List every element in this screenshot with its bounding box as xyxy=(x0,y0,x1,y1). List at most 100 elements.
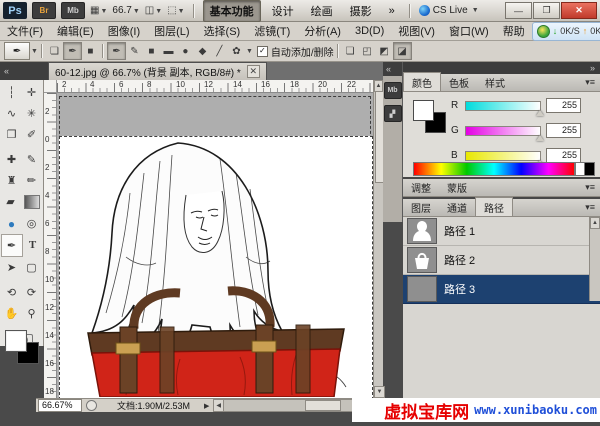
custom-shape-tool-button[interactable]: ✿ xyxy=(228,43,245,59)
menu-file[interactable]: 文件(F) xyxy=(0,23,50,39)
workspace-tab-essentials[interactable]: 基本功能 xyxy=(203,0,261,22)
crop-tool[interactable]: ❐ xyxy=(2,124,22,145)
vertical-scrollbar[interactable]: ▲ ▼ xyxy=(373,80,383,398)
lasso-tool[interactable]: ∿ xyxy=(2,103,22,124)
document-close-icon[interactable]: ✕ xyxy=(247,65,260,78)
paths-mode-button[interactable]: ✒ xyxy=(63,42,82,60)
scroll-left-icon[interactable]: ◀ xyxy=(214,400,224,411)
subtract-from-path-button[interactable]: ◰ xyxy=(359,43,376,59)
black-ramp-swatch[interactable] xyxy=(584,162,595,176)
3d-rotate-tool[interactable]: ⟲ xyxy=(2,282,22,303)
minibridge-button[interactable]: Mb xyxy=(61,2,85,19)
menu-window[interactable]: 窗口(W) xyxy=(442,23,496,39)
vertical-ruler[interactable]: 2 0 2 4 6 8 10 12 14 16 18 xyxy=(44,93,57,398)
scroll-down-icon[interactable]: ▼ xyxy=(374,386,385,398)
3d-orbit-tool[interactable]: ⟳ xyxy=(22,282,42,303)
screen-mode-icon[interactable]: ⬚▼ xyxy=(167,5,184,16)
status-zoom-field[interactable]: 66.67% xyxy=(38,399,82,412)
add-to-path-button[interactable]: ❏ xyxy=(342,43,359,59)
tab-paths[interactable]: 路径 xyxy=(475,197,513,216)
eraser-tool[interactable]: ▰ xyxy=(1,191,21,212)
status-flyout-icon[interactable]: ▶ xyxy=(204,402,209,410)
history-brush-tool[interactable]: ✏ xyxy=(22,170,42,191)
eyedropper-tool[interactable]: ✐ xyxy=(22,124,42,145)
tab-swatches[interactable]: 色板 xyxy=(441,73,477,91)
tool-preset-dropdown-icon[interactable]: ▼ xyxy=(31,48,38,55)
healing-brush-tool[interactable]: ✚ xyxy=(2,149,22,170)
blur-tool[interactable]: ● xyxy=(2,213,22,234)
network-monitor-widget[interactable]: ↓ 0K/S ↑ 0K/S e xyxy=(532,22,600,41)
pen-tool[interactable]: ✒ xyxy=(1,234,23,257)
tab-styles[interactable]: 样式 xyxy=(477,73,513,91)
menu-edit[interactable]: 编辑(E) xyxy=(50,23,101,39)
document-tab[interactable]: 60-12.jpg @ 66.7% (背景 副本, RGB/8#) * ✕ xyxy=(48,62,267,80)
panel-menu-icon[interactable]: ▾≡ xyxy=(585,182,600,196)
red-value-field[interactable]: 255 xyxy=(546,98,581,113)
workspace-tab-painting[interactable]: 绘画 xyxy=(305,1,339,21)
horizontal-ruler[interactable]: 2 4 6 8 10 12 14 16 18 20 22 xyxy=(57,80,373,93)
green-slider[interactable] xyxy=(465,126,541,136)
line-tool-button[interactable]: ╱ xyxy=(211,43,228,59)
path-row-1[interactable]: 路径 1 xyxy=(403,217,600,246)
zoom-tool[interactable]: ⚲ xyxy=(22,303,42,324)
workspace-overflow-button[interactable]: » xyxy=(383,3,401,19)
canvas-viewport[interactable] xyxy=(57,93,373,398)
horizontal-scroll-thumb[interactable] xyxy=(305,400,341,411)
menu-analysis[interactable]: 分析(A) xyxy=(297,23,348,39)
cs-live-button[interactable]: CS Live▼ xyxy=(419,5,479,16)
rounded-rectangle-tool-button[interactable]: ▬ xyxy=(160,43,177,59)
path-selection-tool[interactable]: ➤ xyxy=(2,257,22,278)
slider-marker-icon[interactable] xyxy=(536,135,544,141)
path-row-2[interactable]: 路径 2 xyxy=(403,246,600,275)
rectangle-tool-button[interactable]: ■ xyxy=(143,43,160,59)
menu-layer[interactable]: 图层(L) xyxy=(147,23,196,39)
panel-menu-icon[interactable]: ▾≡ xyxy=(585,202,600,216)
slider-marker-icon[interactable] xyxy=(536,110,544,116)
menu-image[interactable]: 图像(I) xyxy=(101,23,147,39)
intersect-path-button[interactable]: ◩ xyxy=(376,43,393,59)
brush-tool[interactable]: ✎ xyxy=(22,149,42,170)
ellipse-tool-button[interactable]: ● xyxy=(177,43,194,59)
tab-masks[interactable]: 蒙版 xyxy=(439,178,475,196)
foreground-color-swatch[interactable] xyxy=(5,330,27,352)
bridge-button[interactable]: Br xyxy=(32,2,56,19)
paths-scrollbar[interactable]: ▲ xyxy=(589,217,600,301)
shape-options-dropdown-icon[interactable]: ▼ xyxy=(246,48,253,55)
gradient-tool[interactable] xyxy=(24,195,40,209)
foreground-color-swatch[interactable] xyxy=(413,100,434,121)
current-tool-pen-icon[interactable]: ✒ xyxy=(4,42,30,60)
tab-layers[interactable]: 图层 xyxy=(403,198,439,216)
type-tool[interactable]: T xyxy=(23,234,43,255)
menu-filter[interactable]: 滤镜(T) xyxy=(247,23,297,39)
color-spectrum-ramp[interactable] xyxy=(413,162,575,176)
menu-view[interactable]: 视图(V) xyxy=(391,23,442,39)
blue-value-field[interactable]: 255 xyxy=(546,148,581,163)
workspace-tab-photography[interactable]: 摄影 xyxy=(344,1,378,21)
marquee-tool[interactable]: ┆ xyxy=(2,82,22,103)
close-button[interactable]: ✕ xyxy=(561,2,597,19)
pen-tool-button[interactable]: ✒ xyxy=(107,42,126,60)
fill-pixels-mode-button[interactable]: ■ xyxy=(82,43,99,59)
blue-slider[interactable] xyxy=(465,151,541,161)
menu-help[interactable]: 帮助 xyxy=(496,23,532,39)
toolbar-collapse-button[interactable]: « xyxy=(0,62,48,80)
hand-tool[interactable]: ✋ xyxy=(2,303,22,324)
tab-channels[interactable]: 通道 xyxy=(439,198,475,216)
exclude-path-button[interactable]: ◪ xyxy=(393,42,412,60)
dodge-tool[interactable]: ◎ xyxy=(22,213,42,234)
workspace-tab-design[interactable]: 设计 xyxy=(266,1,300,21)
panel-menu-icon[interactable]: ▾≡ xyxy=(585,77,600,91)
view-extras-icon[interactable]: ▦▼ xyxy=(90,5,107,16)
magic-wand-tool[interactable]: ✳ xyxy=(22,103,42,124)
tab-adjustments[interactable]: 调整 xyxy=(403,178,439,196)
move-tool[interactable]: ✛ xyxy=(22,82,42,103)
path-row-3-selected[interactable]: 路径 3 xyxy=(403,275,600,304)
dock-collapse-button[interactable]: « xyxy=(383,62,402,76)
document-image[interactable] xyxy=(59,136,373,398)
menu-select[interactable]: 选择(S) xyxy=(197,23,248,39)
minimize-button[interactable]: — xyxy=(505,2,532,19)
scroll-up-icon[interactable]: ▲ xyxy=(590,217,600,229)
polygon-tool-button[interactable]: ◆ xyxy=(194,43,211,59)
freeform-pen-tool-button[interactable]: ✎ xyxy=(126,43,143,59)
shape-layers-mode-button[interactable]: ❏ xyxy=(46,43,63,59)
